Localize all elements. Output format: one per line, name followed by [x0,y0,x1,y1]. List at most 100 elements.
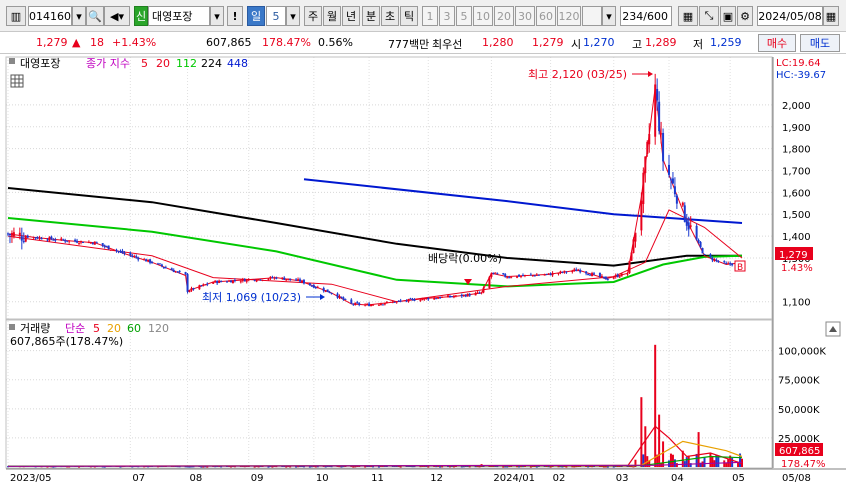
candle-body [322,288,325,292]
volume-bar [711,456,714,467]
candle-body [518,274,521,277]
ex-dividend-label: 배당락(0.00%) [428,252,502,265]
candle-body [689,225,692,227]
candle-body [490,273,493,277]
candle-body [52,239,55,241]
candle-body [206,283,209,285]
date-field[interactable]: 2024/05/08 [757,6,823,26]
candle-body [654,84,657,137]
volume-bar [206,466,209,468]
candle-body [103,245,106,247]
minute-20-button[interactable]: 20 [494,6,514,26]
minute-3-button[interactable]: 3 [439,6,455,26]
candle-body [119,251,122,253]
date-tick-label-last: 05/08 [782,473,811,484]
minute-60-button[interactable]: 60 [536,6,556,26]
candle-body [26,235,29,238]
alert-button[interactable]: ! [227,6,243,26]
candle-body [281,277,284,279]
period-day-button[interactable]: 일 [247,6,265,26]
speaker-icon[interactable]: ◀▾ [104,6,130,26]
price-tick-label: 1,800 [782,145,811,156]
minute-1-button[interactable]: 1 [422,6,438,26]
stock-name-field[interactable]: 대영포장 [148,6,210,26]
grid-tool-icon[interactable]: ▦ [678,6,698,26]
candle-body [447,295,450,298]
candle-body [612,277,615,279]
candle-body [18,232,21,235]
candle-body [660,133,663,135]
candle-body [50,236,53,240]
period-value-field[interactable]: 5 [266,6,286,26]
candle-body [437,297,440,299]
candle-body [646,141,649,155]
b-marker: B [737,263,743,273]
candle-body [723,261,726,263]
minute-5-button[interactable]: 5 [456,6,472,26]
candle-body [510,277,513,279]
buy-button[interactable]: 매수 [758,34,796,52]
count-field[interactable]: 234/600 [620,6,672,26]
chart-area[interactable]: 2,0001,9001,8001,7001,6001,5001,4001,300… [0,55,846,492]
zoom-tool-icon[interactable]: ⤡ [699,6,719,26]
candle-body [383,303,386,305]
period-tick-button[interactable]: 틱 [400,6,418,26]
minute-chevron-icon[interactable]: ▾ [602,6,616,26]
new-listing-badge: 신 [134,6,148,26]
candle-body [135,256,138,258]
candle-body [156,263,159,265]
candle-body [399,300,402,302]
period-month-button[interactable]: 월 [323,6,341,26]
stock-code-input[interactable]: 014160 [28,6,72,26]
period-week-button[interactable]: 주 [304,6,322,26]
candle-body [299,279,302,282]
candle-body [496,273,499,275]
sell-button[interactable]: 매도 [800,34,840,52]
candle-body [312,285,315,288]
date-picker-icon[interactable]: ▦ [823,6,839,26]
period-year-button[interactable]: 년 [342,6,360,26]
period-chevron-icon[interactable]: ▾ [286,6,300,26]
candle-body [344,298,347,300]
candle-body [634,232,637,242]
candle-body [409,298,412,300]
legend-collapse-icon[interactable] [9,58,15,64]
candle-body [22,241,25,243]
search-icon[interactable]: 🔍 [86,6,104,26]
minute-120-button[interactable]: 120 [557,6,581,26]
candle-body [366,304,369,306]
period-minute-button[interactable]: 분 [362,6,380,26]
candle-body [494,272,497,274]
candle-body [476,292,479,294]
candle-body [87,242,90,244]
candle-body [328,291,331,294]
candle-body [697,239,700,243]
candle-body [616,274,619,278]
settings-gear-icon[interactable]: ⚙ [737,6,753,26]
legend-ma5: 5 [141,57,148,70]
indicator-table-icon[interactable] [10,74,24,88]
date-tick-label: 2024/01 [493,473,535,484]
chart-background [0,55,846,492]
candle-body [314,287,317,289]
candle-body [644,156,647,174]
candle-body [727,263,730,265]
minute-30-button[interactable]: 30 [515,6,535,26]
volume-legend-collapse-icon[interactable] [9,324,15,330]
minute-custom-field[interactable] [582,6,602,26]
candle-body [545,273,548,275]
name-dropdown-chevron-icon[interactable]: ▾ [210,6,224,26]
save-icon[interactable]: ▣ [720,6,736,26]
period-second-button[interactable]: 초 [381,6,399,26]
volume-bar [673,459,676,467]
code-dropdown-chevron-icon[interactable]: ▾ [72,6,86,26]
candle-body [640,200,643,231]
candle-body [533,275,536,277]
candle-body [89,242,92,244]
candle-body [48,237,51,241]
volume-bar [502,466,505,468]
minute-10-button[interactable]: 10 [473,6,493,26]
panel-icon[interactable]: ▥ [6,6,26,26]
current-price: 1,279 [36,36,68,49]
candle-body [423,297,426,300]
